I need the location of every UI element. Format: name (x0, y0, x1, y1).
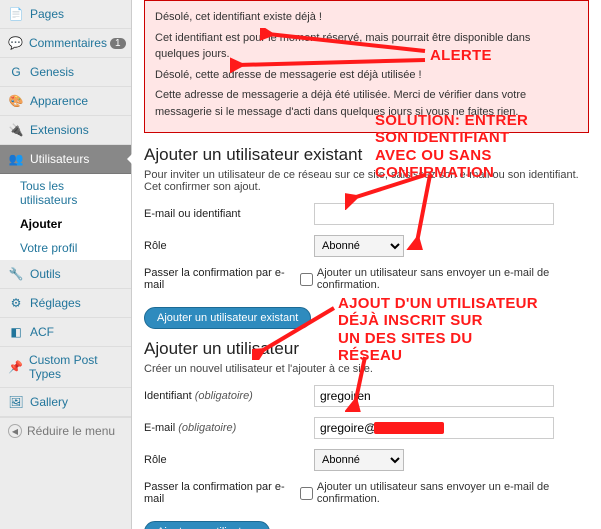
submenu-profile[interactable]: Votre profil (0, 236, 131, 260)
comment-icon: 💬 (8, 35, 23, 51)
sidebar-item-pages[interactable]: 📄Pages (0, 0, 131, 29)
users-submenu: Tous les utilisateurs Ajouter Votre prof… (0, 174, 131, 260)
label-ident: Identifiant (obligatoire) (144, 390, 314, 402)
select-role-new[interactable]: Abonné (314, 449, 404, 471)
sidebar-item-comments[interactable]: 💬Commentaires1 (0, 29, 131, 58)
alert-line: Cette adresse de messagerie a déjà été u… (155, 87, 578, 120)
alert-line: Cet identifiant est pour le moment réser… (155, 30, 578, 63)
tools-icon: 🔧 (8, 266, 24, 282)
error-alert: Désolé, cet identifiant existe déjà ! Ce… (144, 0, 589, 133)
settings-icon: ⚙ (8, 295, 24, 311)
checkbox-skip-existing[interactable] (300, 273, 313, 286)
appearance-icon: 🎨 (8, 93, 24, 109)
label-skip-new: Passer la confirmation par e-mail (144, 481, 300, 505)
label-email-ident: E-mail ou identifiant (144, 208, 314, 220)
section-title-existing: Ajouter un utilisateur existant (144, 145, 589, 165)
select-role-existing[interactable]: Abonné (314, 235, 404, 257)
main-content: Désolé, cet identifiant existe déjà ! Ce… (132, 0, 601, 529)
comments-badge: 1 (110, 38, 126, 49)
submenu-add[interactable]: Ajouter (0, 212, 131, 236)
sidebar-item-tools[interactable]: 🔧Outils (0, 260, 131, 289)
sidebar-item-appearance[interactable]: 🎨Apparence (0, 87, 131, 116)
plugins-icon: 🔌 (8, 122, 24, 138)
pages-icon: 📄 (8, 6, 24, 22)
users-icon: 👥 (8, 151, 24, 167)
admin-sidebar: 📄Pages 💬Commentaires1 GGenesis 🎨Apparenc… (0, 0, 132, 529)
sidebar-item-extensions[interactable]: 🔌Extensions (0, 116, 131, 145)
cpt-icon: 📌 (8, 359, 23, 375)
acf-icon: ◧ (8, 324, 24, 340)
sidebar-item-settings[interactable]: ⚙Réglages (0, 289, 131, 318)
skip-desc-existing: Ajouter un utilisateur sans envoyer un e… (317, 267, 589, 291)
section-desc-new: Créer un nouvel utilisateur et l'ajouter… (144, 363, 589, 375)
skip-desc-new: Ajouter un utilisateur sans envoyer un e… (317, 481, 589, 505)
sidebar-item-gallery[interactable]: 🖼Gallery (0, 388, 131, 417)
section-title-new: Ajouter un utilisateur (144, 339, 589, 359)
checkbox-skip-new[interactable] (300, 487, 313, 500)
sidebar-item-users[interactable]: 👥Utilisateurs (0, 145, 131, 174)
submenu-all-users[interactable]: Tous les utilisateurs (0, 174, 131, 212)
input-ident[interactable] (314, 385, 554, 407)
gallery-icon: 🖼 (8, 394, 24, 410)
input-email-ident[interactable] (314, 203, 554, 225)
label-email-new: E-mail (obligatoire) (144, 422, 314, 434)
button-add-existing[interactable]: Ajouter un utilisateur existant (144, 307, 311, 329)
genesis-icon: G (8, 64, 24, 80)
sidebar-item-cpt[interactable]: 📌Custom Post Types (0, 347, 131, 388)
redaction-mark (374, 422, 444, 434)
collapse-menu[interactable]: ◀Réduire le menu (0, 417, 131, 444)
sidebar-item-genesis[interactable]: GGenesis (0, 58, 131, 87)
alert-line: Désolé, cette adresse de messagerie est … (155, 67, 578, 84)
label-role-new: Rôle (144, 454, 314, 466)
button-add-new[interactable]: Ajouter un utilisateur (144, 521, 270, 529)
label-skip-existing: Passer la confirmation par e-mail (144, 267, 300, 291)
sidebar-item-acf[interactable]: ◧ACF (0, 318, 131, 347)
section-desc-existing: Pour inviter un utilisateur de ce réseau… (144, 169, 589, 193)
label-role-existing: Rôle (144, 240, 314, 252)
alert-line: Désolé, cet identifiant existe déjà ! (155, 9, 578, 26)
collapse-icon: ◀ (8, 424, 22, 438)
